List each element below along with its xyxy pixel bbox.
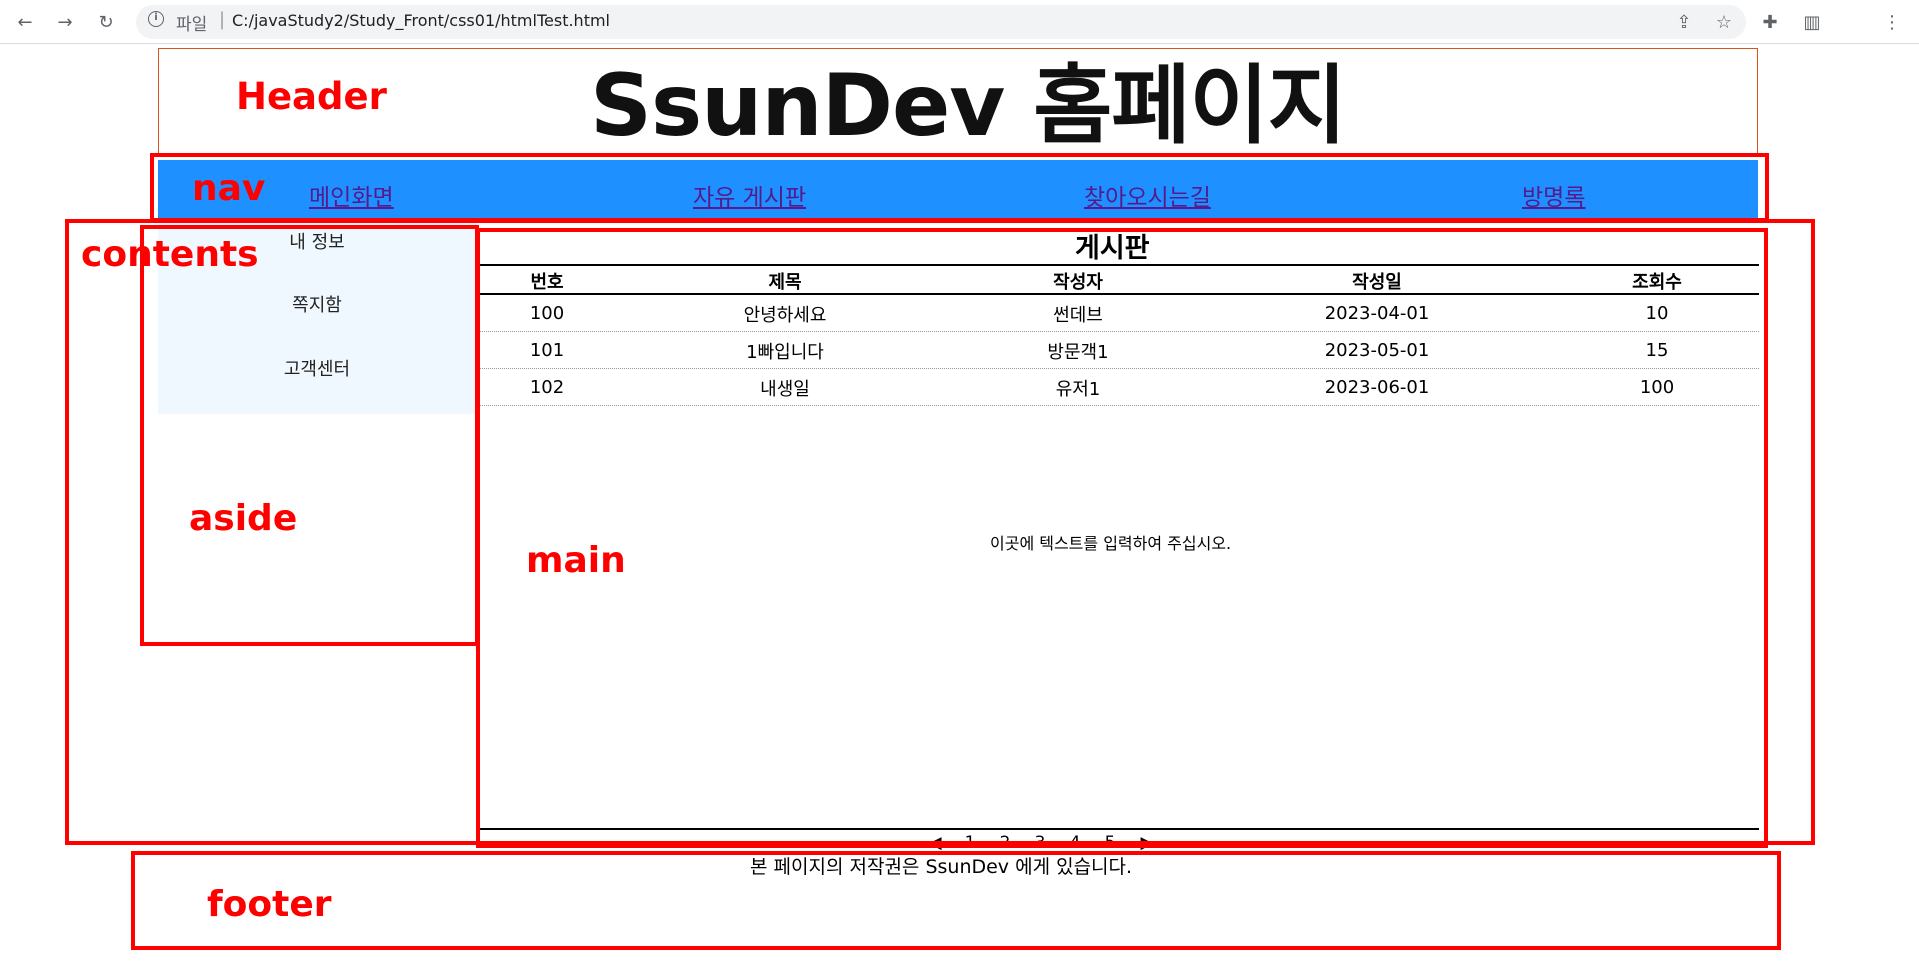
annotation-aside-box xyxy=(140,225,479,646)
annotation-nav-label: nav xyxy=(192,168,266,209)
star-icon[interactable]: ☆ xyxy=(1712,10,1736,34)
annotation-aside-label: aside xyxy=(189,498,298,539)
forward-arrow-icon[interactable]: → xyxy=(54,11,76,33)
annotation-nav-box xyxy=(150,153,1769,222)
side-panel-icon[interactable]: ▥ xyxy=(1800,10,1824,34)
extensions-icon[interactable]: ✚ xyxy=(1758,10,1782,34)
address-separator: | xyxy=(219,9,226,30)
browser-toolbar: ← → ↻ i 파일 | C:/javaStudy2/Study_Front/c… xyxy=(0,0,1919,44)
menu-icon[interactable]: ⋮ xyxy=(1880,10,1904,34)
back-arrow-icon[interactable]: ← xyxy=(14,11,36,33)
share-icon[interactable]: ⇪ xyxy=(1672,10,1696,34)
url-text[interactable]: C:/javaStudy2/Study_Front/css01/htmlTest… xyxy=(232,11,610,30)
annotation-footer-box xyxy=(131,851,1781,950)
reload-icon[interactable]: ↻ xyxy=(95,11,117,33)
annotation-contents-label: contents xyxy=(81,234,259,275)
annotation-main-label: main xyxy=(526,540,626,581)
annotation-main-box xyxy=(476,228,1768,848)
annotation-header-label: Header xyxy=(236,75,387,118)
annotation-footer-label: footer xyxy=(207,884,332,925)
info-icon[interactable]: i xyxy=(148,11,164,27)
site-title: SsunDev 홈페이지 xyxy=(590,56,1347,156)
file-scheme-label: 파일 xyxy=(176,15,208,35)
